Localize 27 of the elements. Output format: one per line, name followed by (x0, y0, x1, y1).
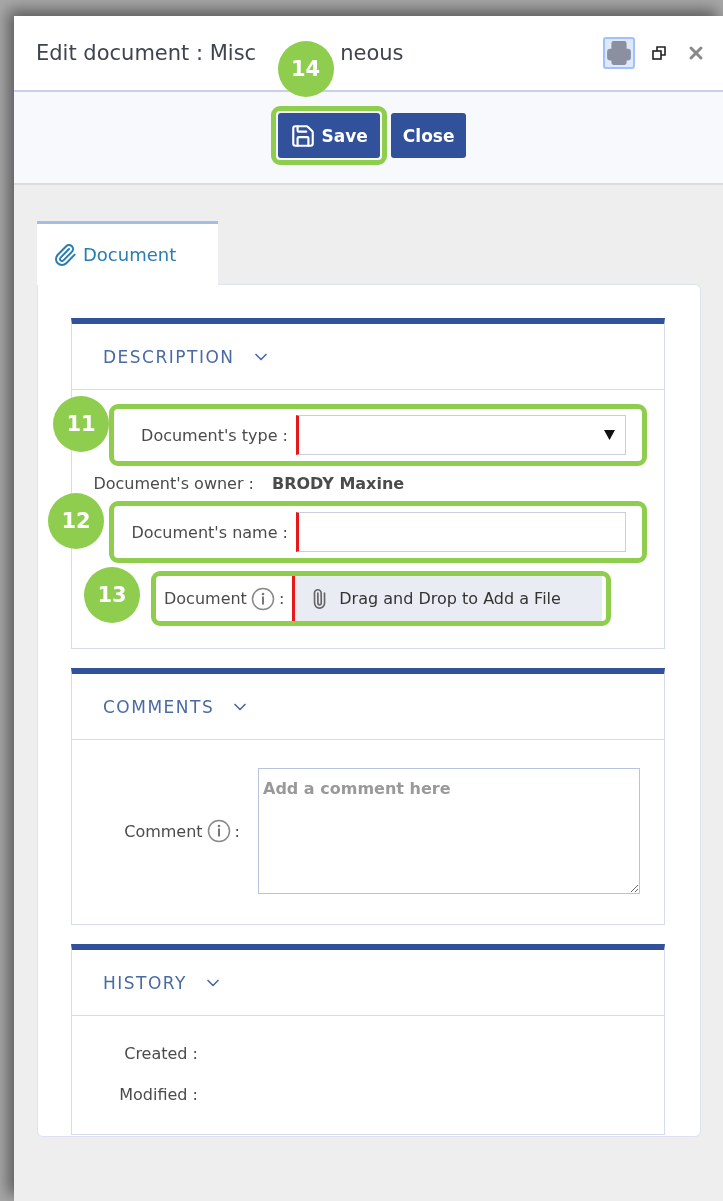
field-label: Document's owner : (92, 474, 255, 493)
field-label: : (234, 821, 240, 841)
restore-button[interactable] (649, 43, 669, 63)
file-drop-zone[interactable]: Drag and Drop to Add a File (292, 576, 603, 621)
dropdown-arrow-icon (604, 430, 615, 440)
comment-field[interactable]: Add a comment here (258, 768, 640, 894)
field-label: Document's type : (140, 425, 289, 445)
owner-value: BRODY Maxine (272, 474, 405, 493)
callout-badge: 13 (84, 567, 140, 623)
paperclip-icon (53, 242, 77, 267)
info-icon[interactable] (250, 586, 275, 611)
print-button[interactable] (603, 37, 635, 69)
field-label: Created : (123, 1044, 199, 1063)
field-label: Modified : (118, 1085, 199, 1104)
save-button[interactable]: Save (277, 113, 380, 158)
name-input-field[interactable] (296, 512, 626, 552)
info-icon[interactable] (206, 819, 231, 843)
window-title: neous (340, 41, 404, 65)
callout-badge: 11 (53, 396, 109, 452)
close-button[interactable]: Close (390, 113, 467, 158)
field-label: : (278, 589, 285, 608)
window-title: Edit document : Misc (36, 41, 257, 65)
document-tab[interactable]: Document (37, 221, 218, 285)
field-label: Document's name : (130, 522, 289, 542)
callout-badge: 12 (48, 493, 104, 549)
field-label: Comment (124, 821, 203, 841)
field-label: Document (164, 589, 247, 608)
